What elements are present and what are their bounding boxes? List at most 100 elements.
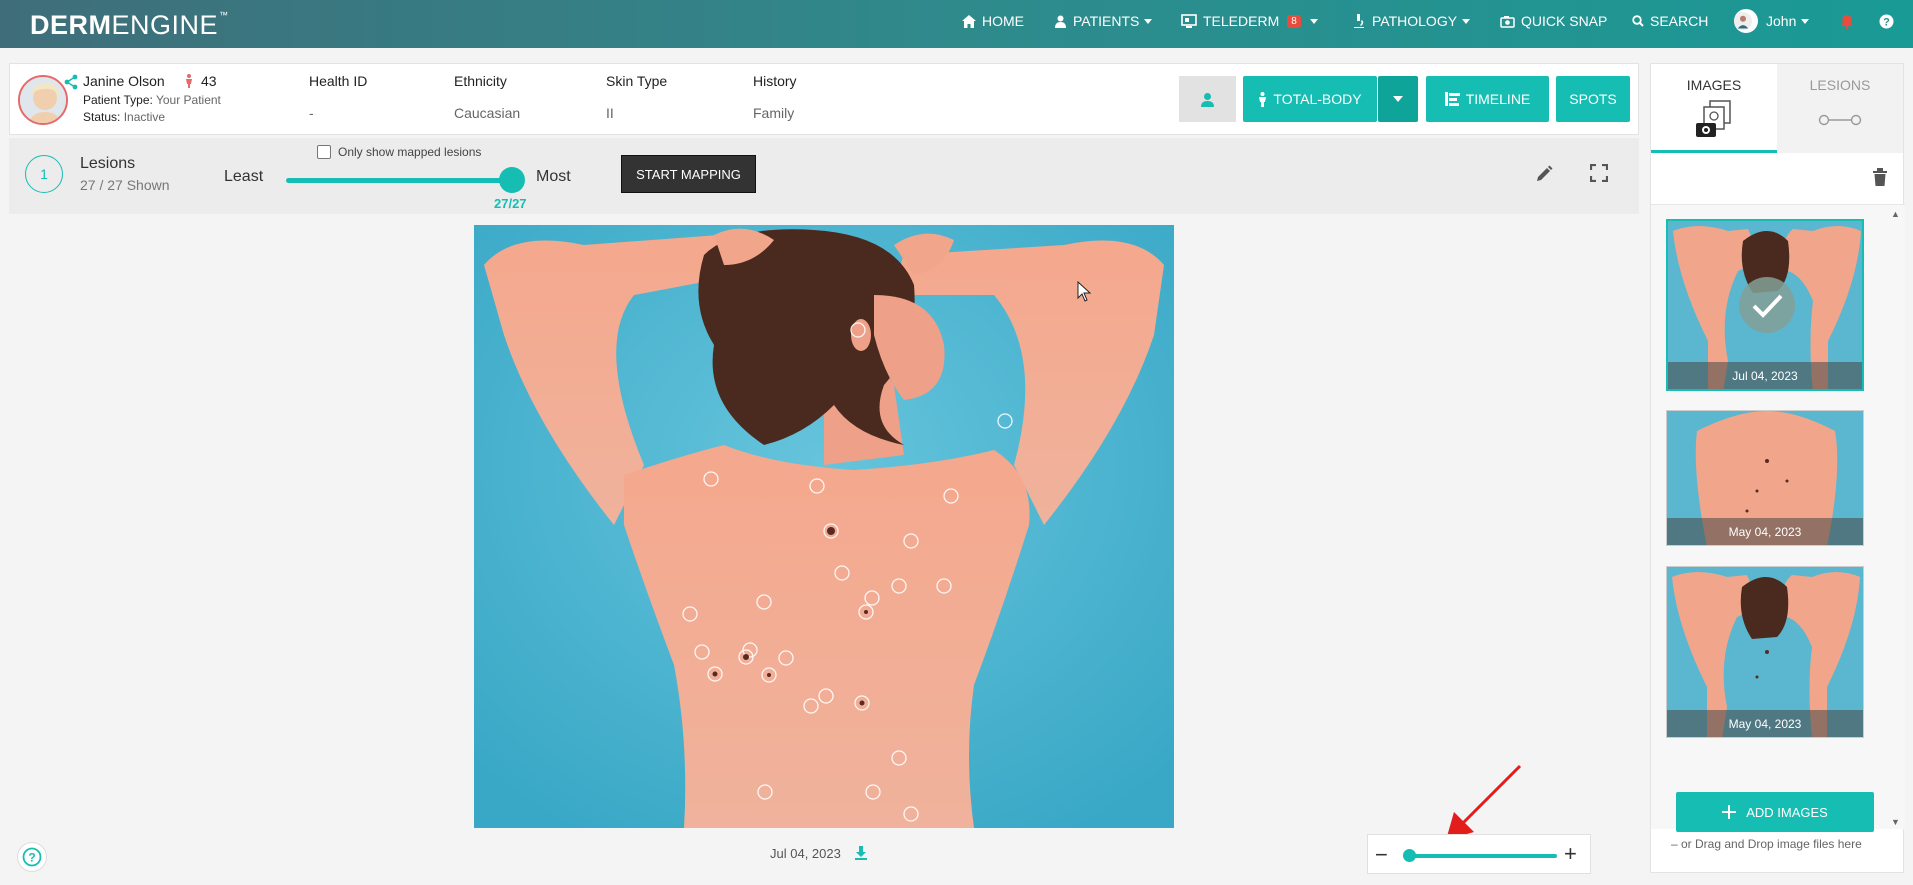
ethnicity-value: Caucasian <box>454 105 521 121</box>
home-icon <box>962 14 976 28</box>
thumbnail-item[interactable]: Jul 04, 2023 <box>1666 219 1864 391</box>
selected-check-icon <box>1739 277 1795 333</box>
zoom-slider[interactable] <box>1407 854 1557 858</box>
zoom-slider-handle[interactable] <box>1403 849 1416 862</box>
patient-name: Janine Olson <box>83 73 165 89</box>
scroll-up-icon[interactable]: ▲ <box>1891 209 1900 219</box>
bell-icon <box>1841 14 1853 29</box>
start-mapping-button[interactable]: START MAPPING <box>621 155 756 193</box>
chevron-down-icon <box>1801 18 1810 24</box>
images-side-panel: IMAGES LESIONS ▲ Jul 04, 2023 May 04, 20… <box>1650 63 1905 873</box>
zoom-in-button[interactable]: + <box>1564 841 1577 867</box>
trash-icon[interactable] <box>1872 168 1888 186</box>
patient-type-value: Your Patient <box>155 93 221 107</box>
nav-pathology[interactable]: PATHOLOGY <box>1352 0 1471 42</box>
total-body-label: TOTAL-BODY <box>1273 91 1362 107</box>
lesions-link-icon <box>1818 114 1862 126</box>
image-gallery-icon <box>1696 100 1731 137</box>
mapped-lesions-label: Only show mapped lesions <box>338 145 482 159</box>
nav-home[interactable]: HOME <box>962 0 1024 42</box>
notifications-bell[interactable] <box>1840 0 1860 42</box>
user-name: John <box>1766 13 1797 29</box>
history-header: History <box>753 73 797 89</box>
chevron-down-icon <box>1309 18 1318 24</box>
thumbnail-item[interactable]: May 04, 2023 <box>1666 566 1864 738</box>
dermengine-logo[interactable]: DERMENGINE™ <box>30 10 229 41</box>
total-body-dropdown[interactable] <box>1378 76 1418 122</box>
top-navbar: DERMENGINE™ HOME PATIENTS TELEDERM 8 PAT… <box>0 0 1913 48</box>
thumbnail-date: May 04, 2023 <box>1667 518 1863 545</box>
camera-icon <box>1500 15 1515 28</box>
slider-most-label: Most <box>536 168 571 185</box>
patient-profile-button[interactable] <box>1179 76 1236 122</box>
tab-images[interactable]: IMAGES <box>1651 64 1777 153</box>
image-date-row: Jul 04, 2023 <box>770 845 869 861</box>
nav-user-menu[interactable]: John <box>1734 0 1810 42</box>
help-button[interactable]: ? <box>17 842 47 872</box>
add-images-button[interactable]: ADD IMAGES <box>1676 792 1874 832</box>
image-date: Jul 04, 2023 <box>770 845 841 861</box>
nav-pathology-label: PATHOLOGY <box>1372 13 1458 29</box>
patient-photo[interactable] <box>18 75 68 125</box>
timeline-icon <box>1444 92 1460 106</box>
nav-patients-label: PATIENTS <box>1073 13 1140 29</box>
thumbnail-date: May 04, 2023 <box>1667 710 1863 737</box>
skin-type-header: Skin Type <box>606 73 668 89</box>
add-images-label: ADD IMAGES <box>1746 804 1828 820</box>
patient-type-label: Patient Type: <box>83 93 153 107</box>
lesions-toolbar: 1 Lesions 27 / 27 Shown Only show mapped… <box>9 138 1639 214</box>
skin-type-field: Skin Type II <box>606 73 667 121</box>
zoom-out-button[interactable]: − <box>1375 842 1388 868</box>
share-icon[interactable] <box>64 74 78 90</box>
spots-label: SPOTS <box>1569 91 1617 107</box>
patient-age-value: 43 <box>201 73 217 89</box>
nav-quick-snap[interactable]: QUICK SNAP <box>1500 0 1607 42</box>
lesions-title: Lesions <box>80 155 136 172</box>
telederm-icon <box>1181 14 1197 28</box>
nav-quick-snap-label: QUICK SNAP <box>1521 13 1608 29</box>
scroll-down-icon[interactable]: ▼ <box>1891 817 1900 827</box>
drag-drop-hint: – or Drag and Drop image files here <box>1671 837 1862 851</box>
lesions-shown-count: 27 / 27 Shown <box>80 177 170 193</box>
nav-telederm[interactable]: TELEDERM 8 <box>1181 0 1318 42</box>
slider-least-label: Least <box>224 168 264 185</box>
annotation-arrow-icon <box>1446 764 1522 840</box>
back-photo <box>474 225 1174 828</box>
thumbnail-date: Jul 04, 2023 <box>1668 362 1862 389</box>
tab-lesions[interactable]: LESIONS <box>1777 64 1903 153</box>
timeline-button[interactable]: TIMELINE <box>1426 76 1549 122</box>
health-id-header: Health ID <box>309 73 368 89</box>
lesion-slider-value: 27/27 <box>494 196 527 211</box>
help-menu[interactable]: ? <box>1879 0 1900 42</box>
zoom-control: − + <box>1367 834 1591 874</box>
nav-telederm-label: TELEDERM <box>1203 13 1280 29</box>
patient-body-image[interactable] <box>474 225 1174 828</box>
chevron-down-icon <box>1393 96 1403 102</box>
download-icon[interactable] <box>853 845 869 861</box>
nav-search[interactable]: SEARCH <box>1632 0 1708 42</box>
total-body-button[interactable]: TOTAL-BODY <box>1243 76 1377 122</box>
users-icon <box>1055 15 1066 28</box>
patient-status-value: Inactive <box>123 110 166 124</box>
mapped-lesions-filter[interactable]: Only show mapped lesions <box>317 145 481 159</box>
health-id-value: - <box>309 105 314 121</box>
pencil-icon[interactable] <box>1534 164 1554 184</box>
thumbnail-item[interactable]: May 04, 2023 <box>1666 410 1864 546</box>
chevron-down-icon <box>1462 18 1471 24</box>
nav-search-label: SEARCH <box>1650 13 1709 29</box>
ethnicity-header: Ethnicity <box>454 73 507 89</box>
svg-text:?: ? <box>28 851 35 865</box>
lesion-visibility-slider[interactable] <box>286 178 523 183</box>
fullscreen-icon[interactable] <box>1590 164 1608 182</box>
patient-header: Janine Olson 43 Patient Type: Your Patie… <box>9 63 1639 135</box>
spots-button[interactable]: SPOTS <box>1556 76 1630 122</box>
lesion-slider-handle[interactable] <box>499 167 525 193</box>
mapped-lesions-checkbox[interactable] <box>317 145 331 159</box>
nav-home-label: HOME <box>982 13 1024 29</box>
lesion-step-number: 1 <box>25 155 63 193</box>
question-circle-icon: ? <box>22 847 42 867</box>
body-icon <box>1259 91 1267 107</box>
patient-type: Patient Type: Your Patient <box>83 93 221 107</box>
nav-patients[interactable]: PATIENTS <box>1054 0 1153 42</box>
plus-icon <box>1722 805 1737 819</box>
